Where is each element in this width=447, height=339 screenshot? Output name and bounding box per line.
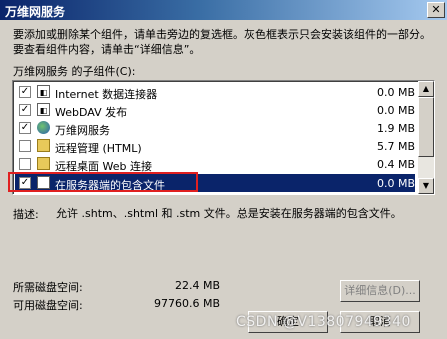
folder-icon [37,157,50,170]
description-text: 允许 .shtm、.shtml 和 .stm 文件。总是安装在服务器端的包含文件… [56,207,402,220]
component-checkbox[interactable] [19,140,31,152]
component-size: 0.4 MB [376,158,415,171]
subcomponents-label: 万维网服务 的子组件(C): [13,65,136,78]
component-name: Internet 数据连接器 [55,88,158,101]
annotation-highlight-box [8,172,198,192]
component-checkbox[interactable]: ✓ [19,104,31,116]
available-space-label: 可用磁盘空间: [13,299,83,312]
list-item[interactable]: ✓ ◧ Internet 数据连接器 0.0 MB [15,83,415,101]
instructions-text: 要添加或删除某个组件，请单击旁边的复选框。灰色框表示只会安装该组件的一部分。要查… [13,28,431,56]
arrow-down-icon: ▼ [422,181,430,190]
details-button[interactable]: 详细信息(D)... [340,280,420,302]
component-checkbox[interactable]: ✓ [19,86,31,98]
required-space-value: 22.4 MB [174,279,220,292]
arrow-up-icon: ▲ [422,84,430,93]
list-item[interactable]: 远程管理 (HTML) 5.7 MB [15,137,415,155]
window-title: 万维网服务 [5,5,66,19]
title-bar: 万维网服务 ✕ [0,0,447,20]
list-item[interactable]: 远程桌面 Web 连接 0.4 MB [15,155,415,173]
component-size: 5.7 MB [376,140,415,153]
list-item[interactable]: ✓ ◧ WebDAV 发布 0.0 MB [15,101,415,119]
scroll-thumb[interactable] [418,97,434,157]
scroll-up-button[interactable]: ▲ [418,81,434,97]
folder-icon [37,139,50,152]
scroll-down-button[interactable]: ▼ [418,178,434,194]
available-space-value: 97760.6 MB [153,297,220,310]
globe-icon [37,121,50,134]
description-label: 描述: [13,208,39,221]
component-name: WebDAV 发布 [55,106,128,119]
component-size: 0.0 MB [376,177,415,190]
component-size: 0.0 MB [376,86,415,99]
component-checkbox[interactable]: ✓ [19,122,31,134]
close-button[interactable]: ✕ [427,2,445,18]
list-item[interactable]: ✓ 万维网服务 1.9 MB [15,119,415,137]
component-size: 0.0 MB [376,104,415,117]
watermark-text: CSDN @V13807949340 [236,314,411,330]
close-icon: ✕ [431,3,441,16]
component-name: 万维网服务 [55,124,110,137]
doc-icon: ◧ [37,85,50,98]
required-space-label: 所需磁盘空间: [13,281,83,294]
doc-icon: ◧ [37,103,50,116]
component-name: 远程管理 (HTML) [55,142,142,155]
component-checkbox[interactable] [19,158,31,170]
component-size: 1.9 MB [376,122,415,135]
vertical-scrollbar[interactable]: ▲ ▼ [418,81,434,194]
